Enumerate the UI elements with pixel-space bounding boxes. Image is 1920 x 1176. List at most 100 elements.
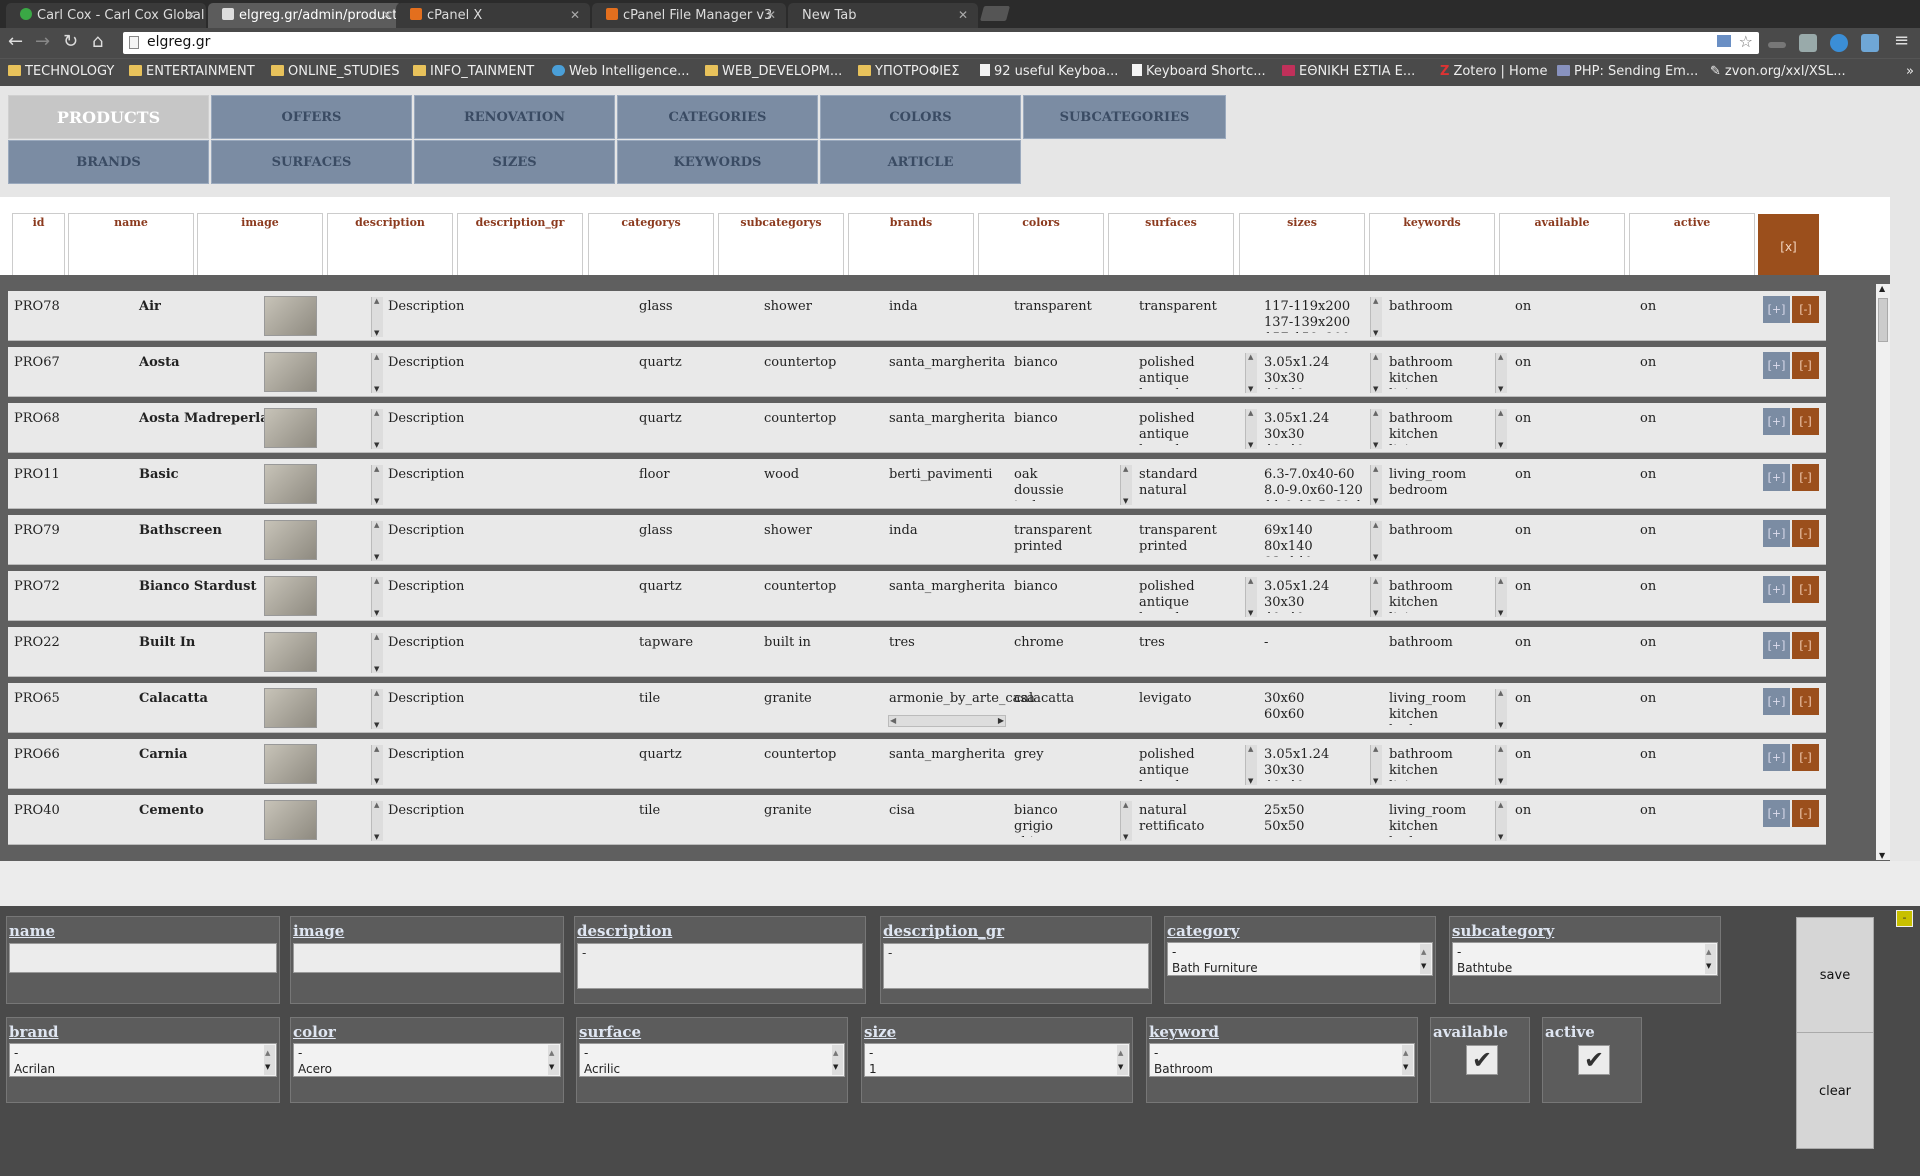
- list-scrollbar[interactable]: [371, 353, 383, 393]
- list-scrollbar[interactable]: [1120, 801, 1132, 841]
- expand-row-button[interactable]: [+]: [1763, 352, 1790, 379]
- bookmark-link[interactable]: ✎ zvon.org/xxl/XSL...: [1710, 64, 1846, 79]
- column-header-brands[interactable]: brands: [848, 213, 974, 279]
- expand-row-button[interactable]: [+]: [1763, 800, 1790, 827]
- column-header-description[interactable]: description: [327, 213, 453, 279]
- product-thumbnail-image[interactable]: [264, 688, 317, 728]
- product-thumbnail-image[interactable]: [264, 800, 317, 840]
- product-colors[interactable]: bianco: [1014, 355, 1114, 389]
- list-scrollbar[interactable]: [1495, 353, 1507, 393]
- delete-row-button[interactable]: [-]: [1792, 352, 1819, 379]
- product-thumbnail-image[interactable]: [264, 744, 317, 784]
- product-sizes[interactable]: 117-119x200137-139x200157-159x200: [1264, 299, 1364, 333]
- expand-row-button[interactable]: [+]: [1763, 744, 1790, 771]
- list-scrollbar[interactable]: [1370, 409, 1382, 449]
- product-keywords[interactable]: bathroom: [1389, 299, 1489, 333]
- bookmark-link[interactable]: Keyboard Shortc...: [1132, 64, 1266, 79]
- image-input[interactable]: [293, 943, 561, 973]
- product-surfaces[interactable]: levigato: [1139, 691, 1239, 725]
- list-scrollbar[interactable]: [371, 577, 383, 617]
- bookmark-folder[interactable]: TECHNOLOGY: [8, 64, 114, 79]
- expand-row-button[interactable]: [+]: [1763, 632, 1790, 659]
- list-scrollbar[interactable]: [371, 297, 383, 337]
- product-surfaces[interactable]: standard natural: [1139, 467, 1239, 501]
- product-keywords[interactable]: bathroom: [1389, 523, 1489, 557]
- extension-icon[interactable]: [1768, 42, 1786, 48]
- product-colors[interactable]: bianco: [1014, 579, 1114, 613]
- extension-icon[interactable]: [1830, 34, 1848, 52]
- product-surfaces[interactable]: transparent printed: [1139, 523, 1239, 557]
- browser-tab[interactable]: cPanel X ✕: [396, 3, 590, 28]
- product-thumbnail-image[interactable]: [264, 576, 317, 616]
- bookmark-folder[interactable]: INFO_TAINMENT: [413, 64, 534, 79]
- product-thumbnail-image[interactable]: [264, 408, 317, 448]
- nav-offers[interactable]: OFFERS: [211, 95, 412, 139]
- product-colors[interactable]: oakdoussieiroko: [1014, 467, 1114, 501]
- list-scrollbar[interactable]: [1245, 577, 1257, 617]
- browser-tab[interactable]: cPanel File Manager v3 ✕: [592, 3, 786, 28]
- bookmark-link[interactable]: 92 useful Keyboa...: [980, 64, 1118, 79]
- delete-row-button[interactable]: [-]: [1792, 464, 1819, 491]
- nav-surfaces[interactable]: SURFACES: [211, 140, 412, 184]
- description-gr-textarea[interactable]: -: [883, 943, 1149, 989]
- nav-categories[interactable]: CATEGORIES: [617, 95, 818, 139]
- delete-row-button[interactable]: [-]: [1792, 408, 1819, 435]
- product-keywords[interactable]: bathroomkitchenliving_room: [1389, 411, 1489, 445]
- nav-products[interactable]: PRODUCTS: [8, 95, 209, 139]
- menu-icon[interactable]: ≡: [1894, 31, 1909, 51]
- column-header-active[interactable]: active: [1629, 213, 1755, 279]
- product-sizes[interactable]: 3.05x1.2430x3040x40: [1264, 411, 1364, 445]
- list-scrollbar[interactable]: [371, 745, 383, 785]
- product-surfaces[interactable]: tres: [1139, 635, 1239, 669]
- product-keywords[interactable]: bathroomkitchenliving_room: [1389, 355, 1489, 389]
- product-thumbnail-image[interactable]: [264, 632, 317, 672]
- scroll-up-icon[interactable]: ▲: [1879, 284, 1885, 293]
- size-select[interactable]: -1: [864, 1043, 1130, 1077]
- product-keywords[interactable]: bathroomkitchenliving_room: [1389, 579, 1489, 613]
- bookmarks-overflow-icon[interactable]: »: [1906, 64, 1914, 79]
- product-colors[interactable]: biancogrigiochiaro: [1014, 803, 1114, 837]
- name-input[interactable]: [9, 943, 277, 973]
- bookmark-star-icon[interactable]: ☆: [1739, 32, 1753, 51]
- close-all-button[interactable]: [x]: [1758, 214, 1819, 280]
- product-sizes[interactable]: 6.3-7.0x40-608.0-9.0x60-12011.0-12.5x60-…: [1264, 467, 1364, 501]
- close-tab-icon[interactable]: ✕: [570, 8, 580, 22]
- nav-colors[interactable]: COLORS: [820, 95, 1021, 139]
- list-scrollbar[interactable]: [1370, 577, 1382, 617]
- bookmark-link[interactable]: ΕΘΝΙΚΗ ΕΣΤΙΑ Ε...: [1282, 64, 1415, 79]
- active-checkbox[interactable]: ✔: [1578, 1045, 1610, 1075]
- brand-select[interactable]: - Acrilan: [9, 1043, 277, 1077]
- product-sizes[interactable]: 25x50 50x50: [1264, 803, 1364, 837]
- product-thumbnail-image[interactable]: [264, 464, 317, 504]
- bookmark-folder[interactable]: WEB_DEVELOPM...: [705, 64, 842, 79]
- list-scrollbar[interactable]: [1495, 577, 1507, 617]
- product-surfaces[interactable]: polishedantiquehoned: [1139, 411, 1239, 445]
- list-scrollbar[interactable]: [1370, 465, 1382, 505]
- list-scrollbar[interactable]: [1245, 409, 1257, 449]
- home-icon[interactable]: ⌂: [92, 32, 103, 52]
- select-scroll-icon[interactable]: [1420, 944, 1431, 974]
- back-icon[interactable]: ←: [8, 32, 23, 52]
- delete-row-button[interactable]: [-]: [1792, 800, 1819, 827]
- scroll-thumb[interactable]: [1878, 298, 1888, 342]
- close-tab-icon[interactable]: ✕: [766, 8, 776, 22]
- collapse-form-button[interactable]: -: [1896, 910, 1913, 927]
- list-scrollbar[interactable]: [1370, 745, 1382, 785]
- product-sizes[interactable]: 3.05x1.2430x3040x40: [1264, 355, 1364, 389]
- product-thumbnail-image[interactable]: [264, 352, 317, 392]
- product-colors[interactable]: chrome: [1014, 635, 1114, 669]
- subcategory-select[interactable]: - Bathtube: [1452, 942, 1718, 976]
- product-thumbnail-image[interactable]: [264, 296, 317, 336]
- expand-row-button[interactable]: [+]: [1763, 296, 1790, 323]
- expand-row-button[interactable]: [+]: [1763, 688, 1790, 715]
- product-colors[interactable]: grey: [1014, 747, 1114, 781]
- list-scrollbar[interactable]: [371, 633, 383, 673]
- list-scrollbar[interactable]: [1495, 409, 1507, 449]
- list-scrollbar[interactable]: [1245, 353, 1257, 393]
- save-button[interactable]: save: [1797, 918, 1873, 1033]
- delete-row-button[interactable]: [-]: [1792, 744, 1819, 771]
- category-select[interactable]: - Bath Furniture: [1167, 942, 1433, 976]
- product-surfaces[interactable]: polishedantiquehoned: [1139, 747, 1239, 781]
- browser-tab[interactable]: New Tab ✕: [788, 3, 978, 28]
- new-tab-button[interactable]: [979, 6, 1011, 21]
